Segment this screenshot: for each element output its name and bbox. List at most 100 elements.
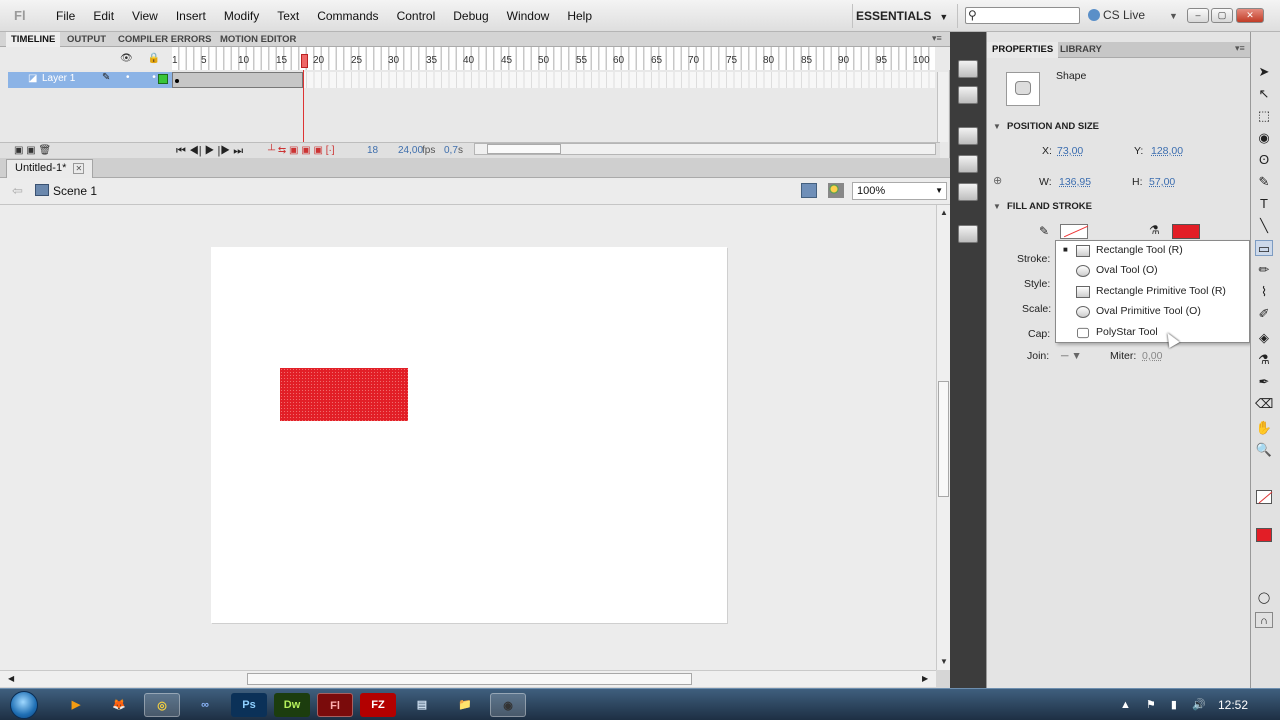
- scroll-left-icon[interactable]: ◀: [8, 674, 14, 683]
- stroke-color-swatch[interactable]: [1060, 224, 1088, 239]
- chrome-icon[interactable]: ◎: [144, 693, 180, 717]
- fill-color-swatch[interactable]: [1172, 224, 1200, 239]
- menu-commands[interactable]: Commands: [308, 9, 387, 23]
- stage-hscroll[interactable]: ◀ ▶: [0, 670, 936, 687]
- minimize-button[interactable]: –: [1187, 8, 1209, 23]
- menu-insert[interactable]: Insert: [167, 9, 215, 23]
- back-arrow-icon[interactable]: ⇦: [12, 183, 23, 199]
- menu-item-polystar-tool[interactable]: PolyStar Tool: [1056, 323, 1251, 344]
- workspace-switcher[interactable]: ESSENTIALS ▼: [856, 9, 948, 23]
- snap-icon[interactable]: ◯: [1255, 590, 1273, 606]
- new-layer-icon[interactable]: ▣ ▣ 🗑: [14, 145, 51, 156]
- info-panel-icon[interactable]: [958, 127, 978, 145]
- swatches-panel-icon[interactable]: [958, 86, 978, 104]
- menu-item-oval-primitive-tool[interactable]: Oval Primitive Tool (O): [1056, 302, 1251, 323]
- app-icon[interactable]: ∞: [187, 693, 223, 717]
- selected-rectangle-shape[interactable]: [280, 368, 408, 421]
- menu-control[interactable]: Control: [388, 9, 445, 23]
- document-tab[interactable]: Untitled-1* ✕: [6, 159, 94, 178]
- layer-outline-color[interactable]: [158, 74, 168, 84]
- onion-skin-icons[interactable]: ┴ ⇆ ▣ ▣ ▣ [·]: [268, 145, 335, 156]
- scroll-thumb[interactable]: [487, 144, 561, 154]
- tab-library[interactable]: LIBRARY: [1055, 42, 1107, 58]
- pencil-tool-icon[interactable]: ✏: [1255, 262, 1273, 278]
- search-input[interactable]: ⚲: [965, 7, 1080, 24]
- scroll-thumb[interactable]: [247, 673, 692, 685]
- scroll-right-icon[interactable]: ▶: [922, 674, 928, 683]
- timeline-vscroll[interactable]: [937, 72, 948, 142]
- keyframe-span[interactable]: [172, 72, 303, 88]
- playhead[interactable]: [301, 54, 308, 68]
- h-value[interactable]: 57,00: [1149, 176, 1175, 188]
- line-tool-icon[interactable]: ╲: [1255, 218, 1273, 234]
- scroll-thumb[interactable]: [938, 381, 949, 497]
- folder-icon[interactable]: 📁: [447, 693, 483, 717]
- menu-item-rectangle-primitive-tool[interactable]: Rectangle Primitive Tool (R): [1056, 282, 1251, 303]
- pen-tool-icon[interactable]: ✎: [1255, 174, 1273, 190]
- tab-compiler-errors[interactable]: COMPILER ERRORS: [113, 32, 216, 47]
- frame-rate[interactable]: 24,00: [398, 145, 423, 156]
- fill-color-tool[interactable]: [1256, 528, 1272, 542]
- system-tray[interactable]: ▲ ⚑ ▮ 🔊: [1120, 698, 1212, 711]
- deco-tool-icon[interactable]: ✐: [1255, 306, 1273, 322]
- filezilla-icon[interactable]: FZ: [360, 693, 396, 717]
- menu-debug[interactable]: Debug: [444, 9, 497, 23]
- scroll-up-icon[interactable]: ▲: [940, 208, 948, 217]
- hand-tool-icon[interactable]: ✋: [1255, 420, 1273, 436]
- eraser-tool-icon[interactable]: ⌫: [1255, 396, 1273, 412]
- y-value[interactable]: 128,00: [1151, 145, 1183, 157]
- media-player-icon[interactable]: ▶: [58, 693, 94, 717]
- edit-scene-icon[interactable]: [801, 183, 817, 198]
- menu-modify[interactable]: Modify: [215, 9, 268, 23]
- motion-presets-icon[interactable]: [958, 225, 978, 243]
- edit-symbols-icon[interactable]: [828, 183, 844, 198]
- scroll-down-icon[interactable]: ▼: [940, 657, 948, 666]
- rectangle-tool-icon[interactable]: ▭: [1255, 240, 1273, 256]
- firefox-icon[interactable]: 🦊: [101, 693, 137, 717]
- current-frame[interactable]: 18: [367, 145, 378, 156]
- notepad-icon[interactable]: ▤: [404, 693, 440, 717]
- tab-motion-editor[interactable]: MOTION EDITOR: [215, 32, 301, 47]
- menu-help[interactable]: Help: [558, 9, 601, 23]
- w-value[interactable]: 136,95: [1059, 176, 1091, 188]
- clock[interactable]: 12:52: [1218, 698, 1248, 712]
- scene-name[interactable]: Scene 1: [53, 184, 97, 198]
- menu-view[interactable]: View: [123, 9, 167, 23]
- close-icon[interactable]: ✕: [73, 163, 85, 174]
- tab-properties[interactable]: PROPERTIES: [987, 42, 1059, 58]
- transform-panel-icon[interactable]: [958, 155, 978, 173]
- bone-tool-icon[interactable]: ◈: [1255, 330, 1273, 346]
- align-panel-icon[interactable]: [958, 60, 978, 78]
- playback-controls[interactable]: ⏮ ◀| ▶ |▶ ⏭: [176, 145, 243, 158]
- eyedropper-tool-icon[interactable]: ✒: [1255, 374, 1273, 390]
- photoshop-icon[interactable]: Ps: [231, 693, 267, 717]
- join-select[interactable]: ─ ▼: [1061, 350, 1082, 362]
- lasso-tool-icon[interactable]: ʘ: [1255, 152, 1273, 168]
- dreamweaver-icon[interactable]: Dw: [274, 693, 310, 717]
- recorder-icon[interactable]: ◉: [490, 693, 526, 717]
- text-tool-icon[interactable]: T: [1255, 196, 1273, 212]
- stage-vscroll[interactable]: ▲ ▼: [936, 205, 950, 670]
- brush-tool-icon[interactable]: ⌇: [1255, 284, 1273, 300]
- tab-output[interactable]: OUTPUT: [62, 32, 111, 47]
- menu-window[interactable]: Window: [498, 9, 559, 23]
- 3d-rotation-tool-icon[interactable]: ◉: [1255, 130, 1273, 146]
- miter-value[interactable]: 0,00: [1142, 350, 1162, 362]
- cs-live-button[interactable]: CS Live ▼: [1088, 8, 1178, 22]
- x-value[interactable]: 73,00: [1057, 145, 1083, 157]
- paint-bucket-tool-icon[interactable]: ⚗: [1255, 352, 1273, 368]
- close-button[interactable]: ✕: [1236, 8, 1264, 23]
- components-panel-icon[interactable]: [958, 183, 978, 201]
- panel-menu-icon[interactable]: ▾≡: [1235, 43, 1245, 54]
- menu-item-oval-tool[interactable]: Oval Tool (O): [1056, 261, 1251, 282]
- zoom-select[interactable]: 100% ▼: [852, 182, 947, 200]
- menu-edit[interactable]: Edit: [84, 9, 123, 23]
- smooth-icon[interactable]: ∩: [1255, 612, 1273, 628]
- lock-size-icon[interactable]: ⊕: [993, 174, 1002, 187]
- maximize-button[interactable]: ▢: [1211, 8, 1233, 23]
- stage[interactable]: [211, 247, 727, 623]
- subselection-tool-icon[interactable]: ↖: [1255, 86, 1273, 102]
- menu-text[interactable]: Text: [268, 9, 308, 23]
- zoom-tool-icon[interactable]: 🔍: [1255, 442, 1273, 458]
- menu-item-rectangle-tool[interactable]: ■ Rectangle Tool (R): [1056, 241, 1251, 262]
